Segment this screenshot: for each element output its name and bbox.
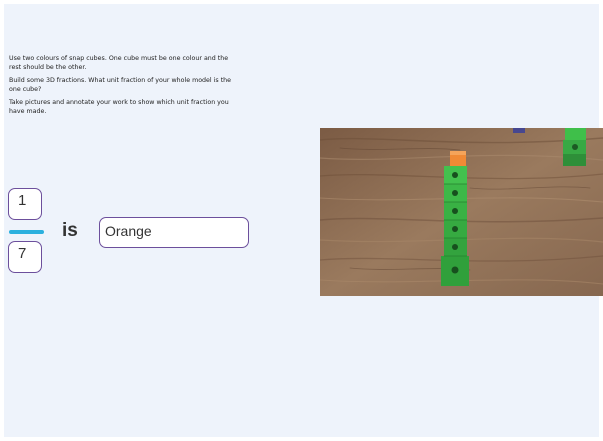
snap-cubes-photo <box>320 128 603 296</box>
is-label: is <box>62 220 78 241</box>
numerator-input[interactable]: 1 <box>8 188 42 220</box>
cube-tower <box>441 151 469 286</box>
instruction-line-2: Build some 3D fractions. What unit fract… <box>9 77 232 93</box>
fraction-bar <box>9 230 44 234</box>
instructions-text: Use two colours of snap cubes. One cube … <box>9 55 239 122</box>
instruction-line-3: Take pictures and annotate your work to … <box>9 99 229 115</box>
instruction-line-1: Use two colours of snap cubes. One cube … <box>9 55 229 71</box>
answer-input[interactable]: Orange <box>99 217 249 248</box>
denominator-input[interactable]: 7 <box>8 241 42 273</box>
